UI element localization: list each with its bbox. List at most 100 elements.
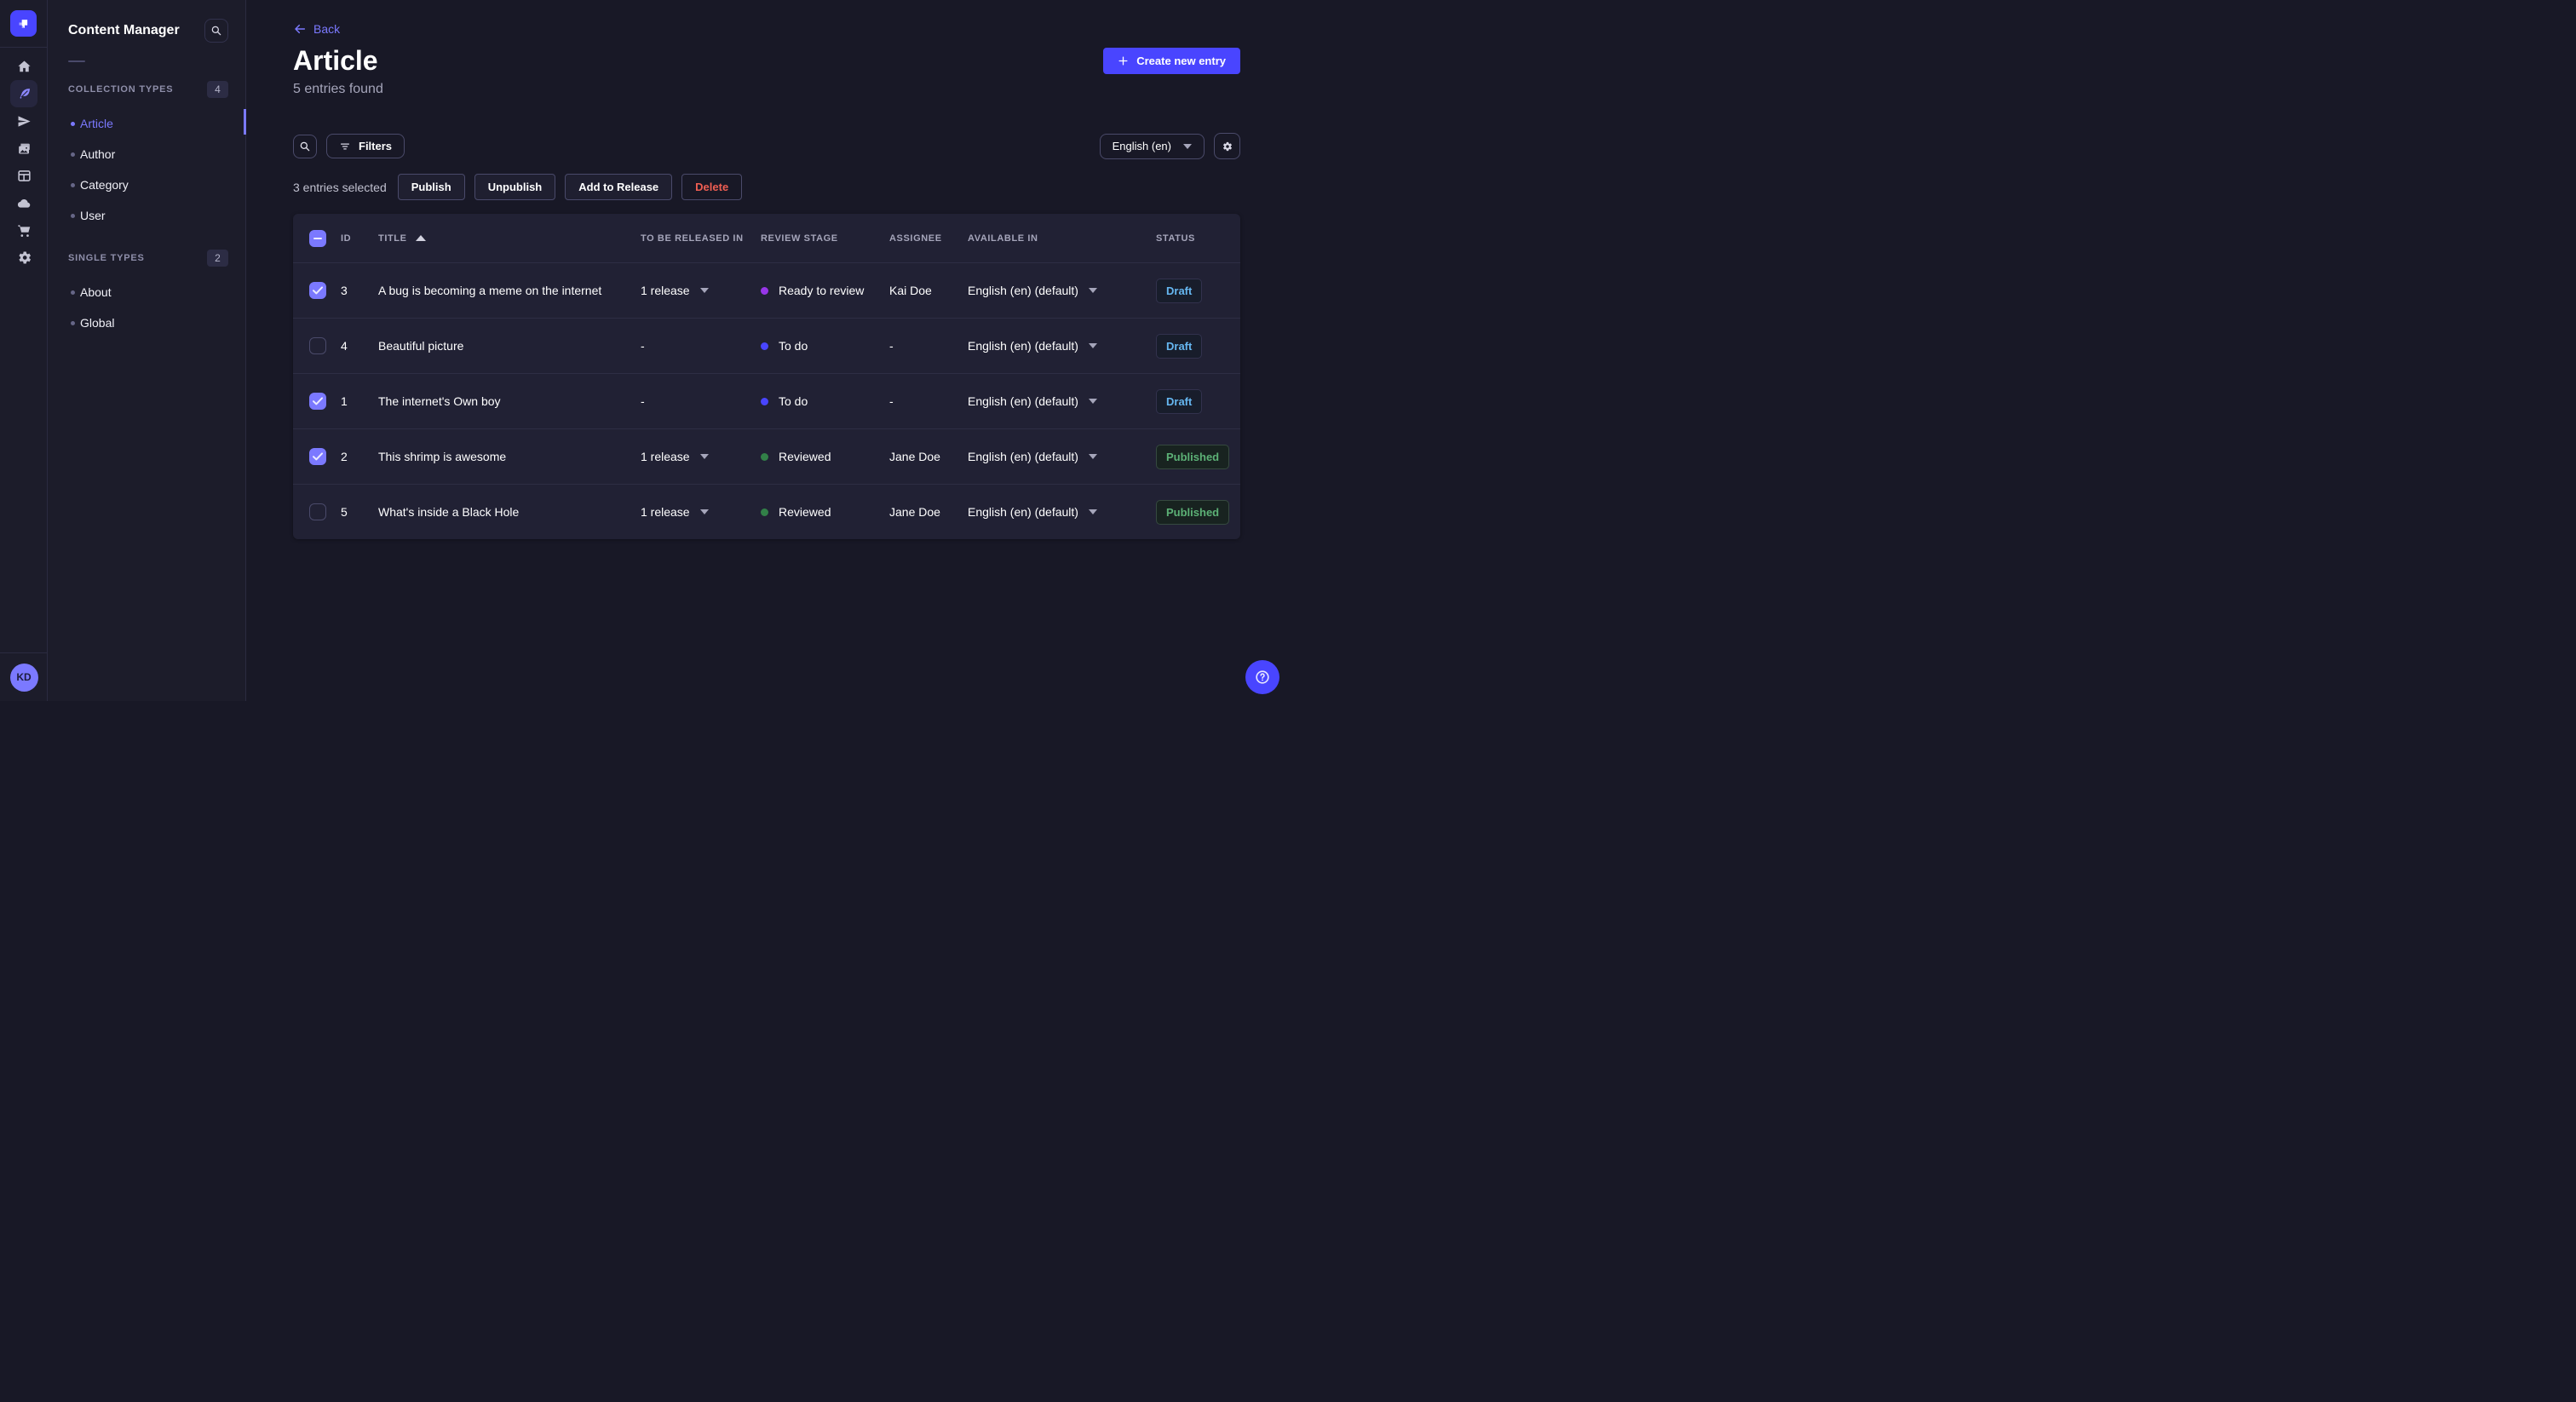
nav-marketplace[interactable] [10, 216, 37, 244]
locale-label: English (en) (default) [968, 284, 1078, 297]
nav-content-type-builder[interactable] [10, 162, 37, 189]
stage-label: To do [779, 394, 808, 408]
chevron-down-icon[interactable] [1088, 454, 1097, 459]
table-row[interactable]: 1 The internet's Own boy - To do - English (e… [293, 373, 1240, 428]
review-stage-cell: Reviewed [761, 450, 889, 463]
released-in-cell[interactable]: 1 release [641, 284, 761, 297]
sidebar-item-author[interactable]: Author [48, 139, 245, 170]
stage-dot-icon [761, 452, 768, 461]
available-in-cell[interactable]: English (en) (default) [968, 339, 1156, 353]
view-settings-button[interactable] [1214, 133, 1240, 159]
chevron-down-icon[interactable] [699, 288, 709, 293]
released-in-cell[interactable]: 1 release [641, 505, 761, 519]
bullet-icon [71, 320, 75, 325]
create-new-entry-button[interactable]: Create new entry [1103, 48, 1240, 74]
filters-label: Filters [359, 140, 393, 152]
table-header-row: ID TITLE TO BE RELEASED IN REVIEW STAGE … [293, 214, 1240, 262]
bullet-icon [71, 182, 75, 187]
chevron-down-icon[interactable] [1088, 343, 1097, 348]
entries-count: 5 entries found [293, 82, 383, 96]
review-stage-cell: To do [761, 339, 889, 353]
table-row[interactable]: 2 This shrimp is awesome 1 release Reviewed… [293, 428, 1240, 484]
released-in-value: 1 release [641, 284, 690, 297]
chevron-down-icon [1183, 143, 1192, 149]
column-header-title[interactable]: TITLE [378, 233, 641, 244]
row-checkbox[interactable] [309, 448, 326, 465]
released-in-cell[interactable]: 1 release [641, 450, 761, 463]
available-in-cell[interactable]: English (en) (default) [968, 394, 1156, 408]
question-mark-icon [1256, 670, 1269, 684]
table-row[interactable]: 3 A bug is becoming a meme on the interne… [293, 262, 1240, 318]
sidebar-item-article[interactable]: Article [48, 108, 245, 139]
select-all-checkbox[interactable] [309, 229, 326, 247]
available-in-cell[interactable]: English (en) (default) [968, 505, 1156, 519]
chevron-down-icon[interactable] [1088, 509, 1097, 514]
help-button[interactable] [1245, 660, 1279, 694]
unpublish-button[interactable]: Unpublish [474, 174, 556, 200]
assignee-cell: Kai Doe [889, 284, 932, 297]
table-row[interactable]: 5 What's inside a Black Hole 1 release Revi… [293, 484, 1240, 539]
column-header-released[interactable]: TO BE RELEASED IN [641, 233, 761, 244]
entry-title: The internet's Own boy [378, 394, 501, 408]
column-header-available[interactable]: AVAILABLE IN [968, 233, 1156, 244]
assignee-cell: - [889, 339, 894, 353]
review-stage-cell: Reviewed [761, 505, 889, 519]
nav-releases[interactable] [10, 107, 37, 135]
search-entries-button[interactable] [293, 134, 317, 158]
column-header-stage[interactable]: REVIEW STAGE [761, 233, 889, 244]
nav-home[interactable] [10, 53, 37, 80]
sidebar-item-about[interactable]: About [48, 277, 245, 307]
entry-title: A bug is becoming a meme on the internet [378, 284, 602, 297]
row-checkbox[interactable] [309, 393, 326, 410]
stage-label: Ready to review [779, 284, 865, 297]
locale-value: English (en) [1112, 140, 1171, 152]
delete-button[interactable]: Delete [681, 174, 743, 200]
chevron-down-icon[interactable] [699, 454, 709, 459]
assignee-cell: - [889, 394, 894, 408]
check-icon [313, 452, 323, 461]
status-badge: Draft [1156, 278, 1203, 303]
sidebar-item-label: User [80, 209, 106, 222]
avatar[interactable]: KD [9, 663, 38, 692]
released-in-value: - [641, 394, 645, 408]
main-nav-rail: KD [0, 0, 48, 701]
released-in-value: 1 release [641, 450, 690, 463]
available-in-cell[interactable]: English (en) (default) [968, 450, 1156, 463]
publish-button[interactable]: Publish [397, 174, 465, 200]
add-to-release-button[interactable]: Add to Release [565, 174, 673, 200]
bullet-icon [71, 121, 75, 126]
entry-id: 4 [341, 339, 348, 353]
nav-settings[interactable] [10, 244, 37, 271]
row-checkbox[interactable] [309, 337, 326, 354]
locale-select[interactable]: English (en) [1099, 133, 1205, 159]
nav-content-manager[interactable] [10, 80, 37, 107]
table-row[interactable]: 4 Beautiful picture - To do - English (en) (d… [293, 318, 1240, 373]
back-link[interactable]: Back [293, 22, 340, 36]
sort-ascending-icon[interactable] [415, 235, 426, 241]
row-checkbox[interactable] [309, 282, 326, 299]
sidebar-item-user[interactable]: User [48, 200, 245, 231]
chevron-down-icon[interactable] [699, 509, 709, 514]
nav-media-library[interactable] [10, 135, 37, 162]
chevron-down-icon[interactable] [1088, 288, 1097, 293]
sidebar-item-global[interactable]: Global [48, 307, 245, 338]
section-label: SINGLE TYPES [68, 253, 145, 263]
nav-deploy[interactable] [10, 189, 37, 216]
status-badge: Published [1156, 444, 1230, 469]
available-in-cell[interactable]: English (en) (default) [968, 284, 1156, 297]
indeterminate-mark [313, 237, 322, 239]
strapi-logo[interactable] [10, 10, 37, 37]
bullet-icon [71, 290, 75, 295]
row-checkbox[interactable] [309, 503, 326, 520]
column-header-id[interactable]: ID [341, 233, 378, 244]
sidebar-search-button[interactable] [204, 19, 228, 43]
chevron-down-icon[interactable] [1088, 399, 1097, 404]
workspace-logo-container [0, 0, 47, 48]
sidebar-item-category[interactable]: Category [48, 170, 245, 200]
released-in-value: - [641, 339, 645, 353]
column-header-assignee[interactable]: ASSIGNEE [889, 233, 968, 244]
page-title: Article [293, 45, 378, 76]
page-heading-block: Article 5 entries found [293, 44, 383, 97]
column-header-status[interactable]: STATUS [1156, 233, 1223, 244]
filters-button[interactable]: Filters [326, 134, 405, 158]
